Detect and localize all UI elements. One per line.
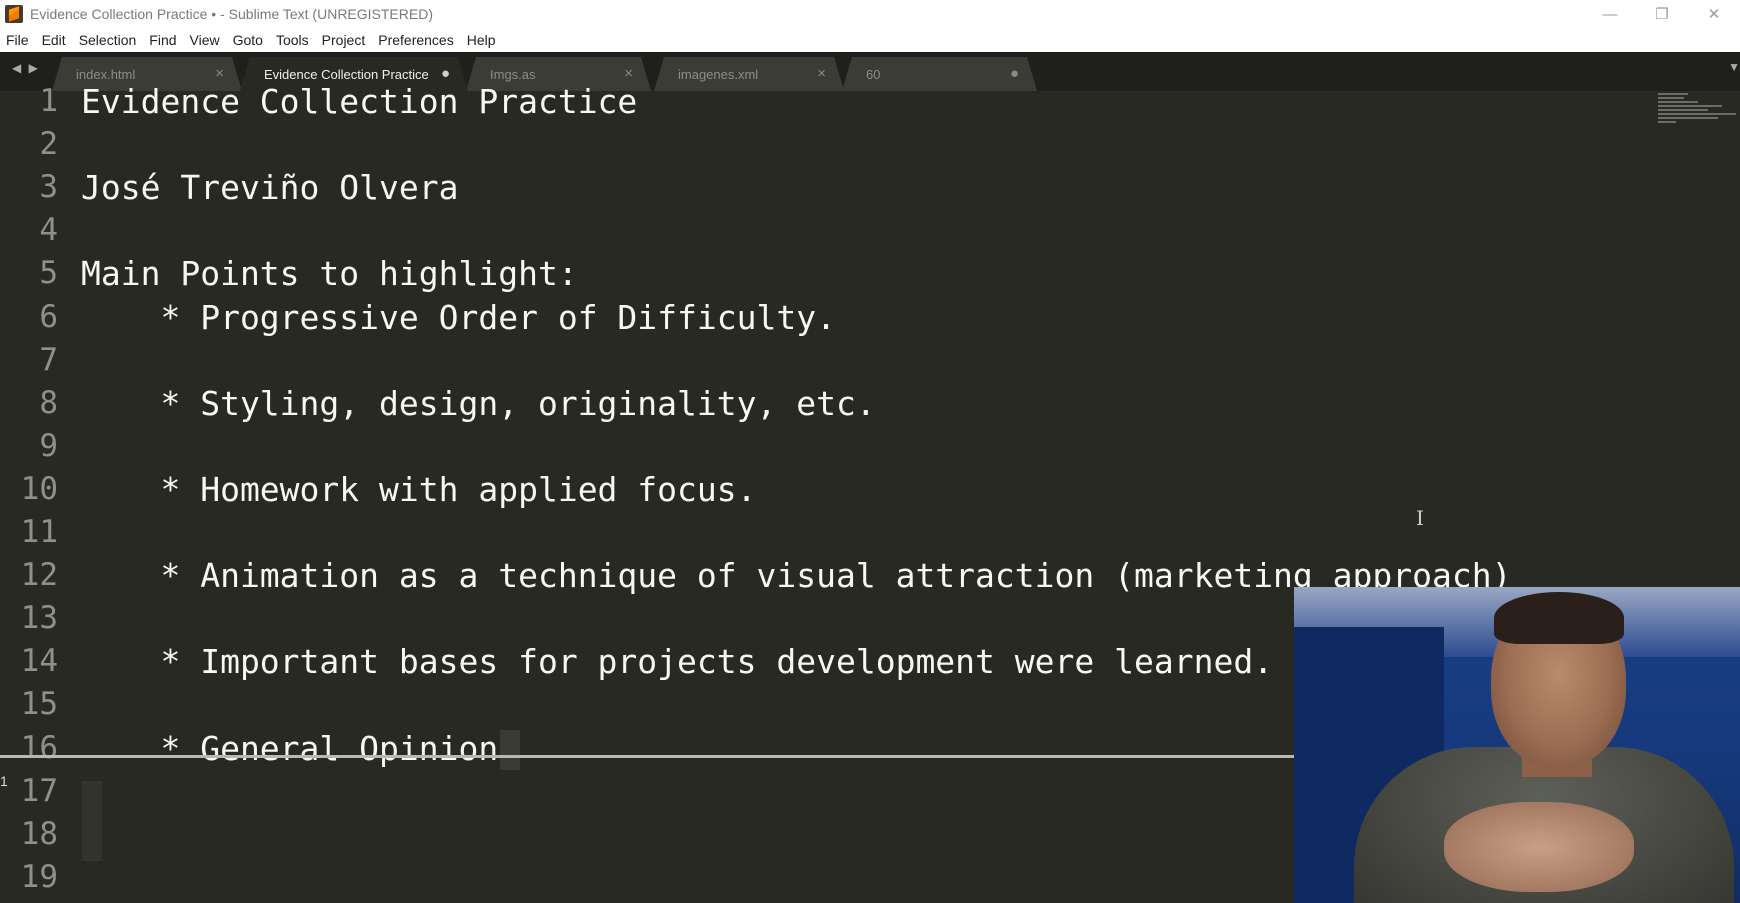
line-number: 2 [39,126,58,163]
line-number: 7 [39,341,58,378]
code-line[interactable]: * Homework with applied focus. [81,468,757,511]
code-line[interactable]: * Styling, design, originality, etc. [81,382,876,425]
webcam-overlay [1294,587,1740,903]
menu-tools[interactable]: Tools [270,28,316,52]
current-line-highlight [82,781,102,861]
tab-dirty-indicator-icon[interactable]: ● [1010,65,1019,82]
line-number: 17 [20,772,58,809]
line-number: 12 [20,557,58,594]
code-line[interactable]: * Important bases for projects developme… [81,640,1273,683]
menu-edit[interactable]: Edit [36,28,73,52]
code-line-text: Evidence Collection Practice [81,82,638,121]
title-bar: Evidence Collection Practice • - Sublime… [0,0,1740,28]
line-number: 11 [20,514,58,550]
window-title: Evidence Collection Practice • - Sublime… [30,6,433,22]
line-number: 3 [39,169,58,206]
tab-label: 60 [866,67,881,82]
status-indicator: 1 [0,773,8,789]
tab-list-dropdown-icon[interactable]: ▼ [1728,60,1740,74]
line-number: 13 [20,600,58,637]
minimize-button[interactable]: — [1584,0,1636,28]
code-line-text: * Progressive Order of Difficulty. [81,297,836,337]
minimap[interactable] [1658,91,1740,131]
line-number: 15 [20,686,58,723]
line-number: 4 [39,212,58,249]
line-number: 16 [20,729,58,766]
menu-find[interactable]: Find [143,28,183,52]
code-line[interactable]: * General Opinion [81,727,521,770]
menu-selection[interactable]: Selection [73,28,144,52]
close-button[interactable]: ✕ [1688,0,1740,28]
menu-bar: File Edit Selection Find View Goto Tools… [0,28,1740,53]
menu-project[interactable]: Project [316,28,373,52]
line-number: 19 [20,858,58,895]
line-number: 5 [39,255,58,292]
presenter-hands [1444,802,1634,892]
code-line-text: José Treviño Olvera [81,168,459,208]
code-line[interactable]: José Treviño Olvera [81,166,459,209]
tab-imagenes-xml[interactable]: imagenes.xml × [654,57,844,91]
menu-help[interactable]: Help [461,28,503,52]
tab-close-icon[interactable]: × [817,65,826,82]
menu-view[interactable]: View [184,28,227,52]
line-number: 14 [20,643,58,680]
line-number: 18 [20,815,58,852]
code-line-text: * General Opinion [81,728,499,768]
window-controls: — ❐ ✕ [1584,0,1740,28]
text-cursor-icon: I [1416,506,1424,530]
code-line-text: * Styling, design, originality, etc. [81,383,876,423]
sublime-text-window: Evidence Collection Practice • - Sublime… [0,0,1740,903]
line-number: 8 [39,384,58,421]
code-line-text: Main Points to highlight: [81,254,578,294]
menu-file[interactable]: File [0,28,36,52]
code-line[interactable]: Main Points to highlight: [81,252,578,295]
line-number: 10 [20,470,58,507]
menu-preferences[interactable]: Preferences [372,28,460,52]
line-number: 9 [39,427,58,464]
menu-goto[interactable]: Goto [227,28,270,52]
caret-block [500,730,521,770]
tab-label: imagenes.xml [678,67,759,82]
code-line[interactable]: * Progressive Order of Difficulty. [81,296,836,339]
line-number: 1 [39,83,58,119]
code-line[interactable]: Evidence Collection Practice [81,80,637,123]
tab-nav-arrows-icon[interactable]: ◀ ▶ [12,61,40,75]
code-line-text: * Homework with applied focus. [81,469,757,509]
line-number: 6 [39,298,58,335]
restore-button[interactable]: ❐ [1636,0,1688,28]
tab-60[interactable]: 60 ● [842,57,1037,91]
sublime-logo-icon [5,5,23,23]
code-line-text: * Important bases for projects developme… [81,642,1274,682]
